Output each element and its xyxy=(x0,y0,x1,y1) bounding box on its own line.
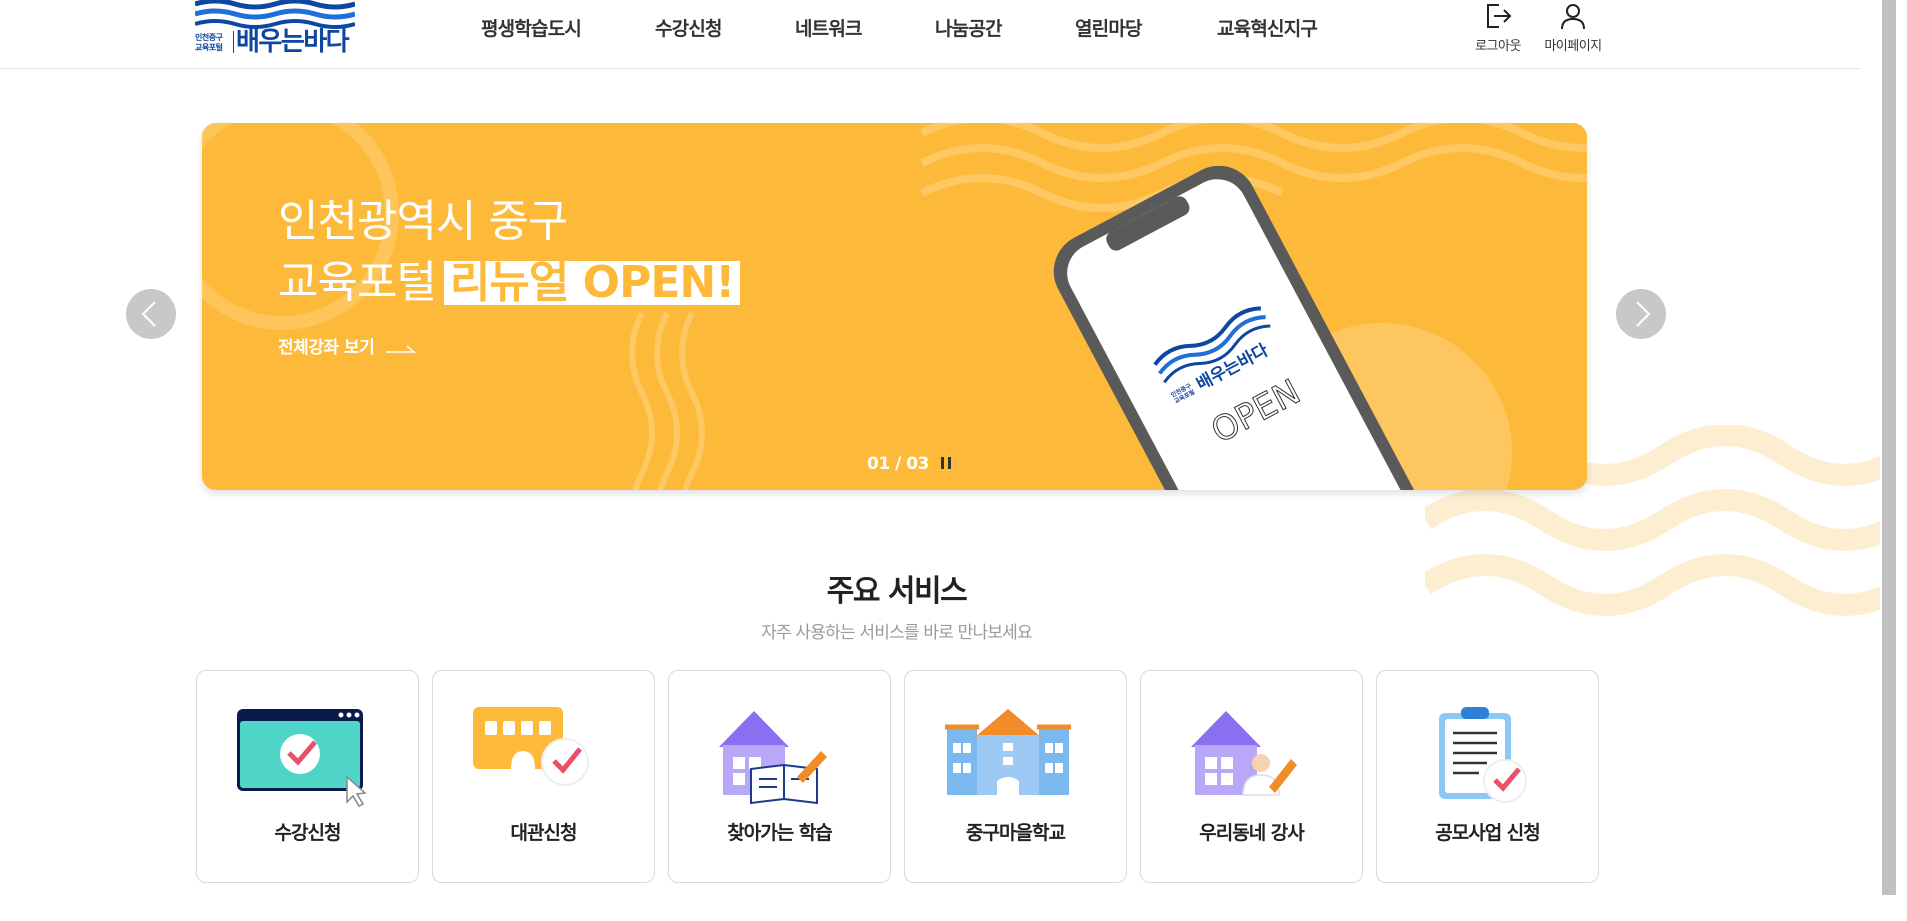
service-label: 중구마을학교 xyxy=(966,822,1066,844)
service-course-registration[interactable]: 수강신청 xyxy=(196,670,419,883)
services-title: 주요 서비스 xyxy=(826,574,968,609)
building-check-icon xyxy=(473,707,589,786)
school-icon xyxy=(945,709,1071,795)
pause-bar-left xyxy=(941,457,944,469)
banner-title-highlight: 리뉴얼 OPEN! xyxy=(443,261,741,305)
house-book-icon xyxy=(719,711,827,805)
banner-title-line1: 인천광역시 중구 xyxy=(278,196,568,247)
service-visiting-learning[interactable]: 찾아가는 학습 xyxy=(668,670,891,883)
view-all-courses-link[interactable]: 전체강좌 보기 xyxy=(278,333,416,358)
service-label: 수강신청 xyxy=(274,822,342,844)
service-local-instructor[interactable]: 우리동네 강사 xyxy=(1140,670,1363,883)
scrollbar[interactable] xyxy=(1880,0,1907,921)
service-label: 공모사업 신청 xyxy=(1435,822,1541,844)
banner-counter: 01 / 03 xyxy=(867,454,929,474)
mypage-button[interactable]: 마이페이지 xyxy=(1540,2,1606,54)
pause-button[interactable] xyxy=(939,457,955,471)
service-label: 찾아가는 학습 xyxy=(727,822,833,844)
service-contest-application[interactable]: 공모사업 신청 xyxy=(1376,670,1599,883)
page: 인천중구 교육포털 배우는바다 평생학습도시 수강신청 네트워크 나눔공간 열린… xyxy=(0,0,1880,921)
service-facility-rental[interactable]: 대관신청 xyxy=(432,670,655,883)
logout-button[interactable]: 로그아웃 xyxy=(1468,2,1528,54)
main-banner: 인천광역시 중구 교육포털 리뉴얼 OPEN! 전체강좌 보기 인천중구 교육포털 xyxy=(202,123,1587,490)
service-village-school[interactable]: 중구마을학교 xyxy=(904,670,1127,883)
phone-illustration: 인천중구 교육포털 배우는바다 OPEN xyxy=(1053,165,1419,490)
view-all-courses-label: 전체강좌 보기 xyxy=(278,338,375,358)
mypage-label: 마이페이지 xyxy=(1544,39,1602,54)
pause-bar-right xyxy=(948,457,951,469)
banner-title-line2: 교육포털 리뉴얼 OPEN! xyxy=(278,252,741,313)
nav-item-course-registration[interactable]: 수강신청 xyxy=(655,14,723,41)
slide-prev-button[interactable] xyxy=(126,289,176,339)
logout-label: 로그아웃 xyxy=(1475,39,1521,54)
slide-next-button[interactable] xyxy=(1616,289,1666,339)
nav-item-sharing-space[interactable]: 나눔공간 xyxy=(935,14,1003,41)
browser-check-icon xyxy=(237,709,367,807)
clipboard-check-icon xyxy=(1439,707,1527,803)
nav-item-network[interactable]: 네트워크 xyxy=(795,14,863,41)
house-teacher-icon xyxy=(1191,711,1297,796)
service-label: 대관신청 xyxy=(510,822,578,844)
logo-small-line2: 교육포털 xyxy=(195,43,223,52)
header: 인천중구 교육포털 배우는바다 평생학습도시 수강신청 네트워크 나눔공간 열린… xyxy=(0,0,1860,69)
service-label: 우리동네 강사 xyxy=(1199,822,1305,844)
nav-item-open-forum[interactable]: 열린마당 xyxy=(1075,14,1143,41)
logout-icon xyxy=(1487,4,1512,28)
nav-item-lifelong-city[interactable]: 평생학습도시 xyxy=(481,14,582,41)
nav-item-education-district[interactable]: 교육혁신지구 xyxy=(1217,14,1318,41)
banner-title: 인천광역시 중구 교육포털 리뉴얼 OPEN! xyxy=(278,191,741,313)
services-subtitle: 자주 사용하는 서비스를 바로 만나보세요 xyxy=(761,623,1033,643)
arrow-right-icon xyxy=(385,345,416,353)
user-icon xyxy=(1561,4,1585,30)
scrollbar-thumb[interactable] xyxy=(1882,0,1896,895)
banner-title-prefix: 교육포털 xyxy=(278,257,437,308)
chevron-right-icon xyxy=(1636,301,1651,327)
chevron-left-icon xyxy=(141,301,156,327)
